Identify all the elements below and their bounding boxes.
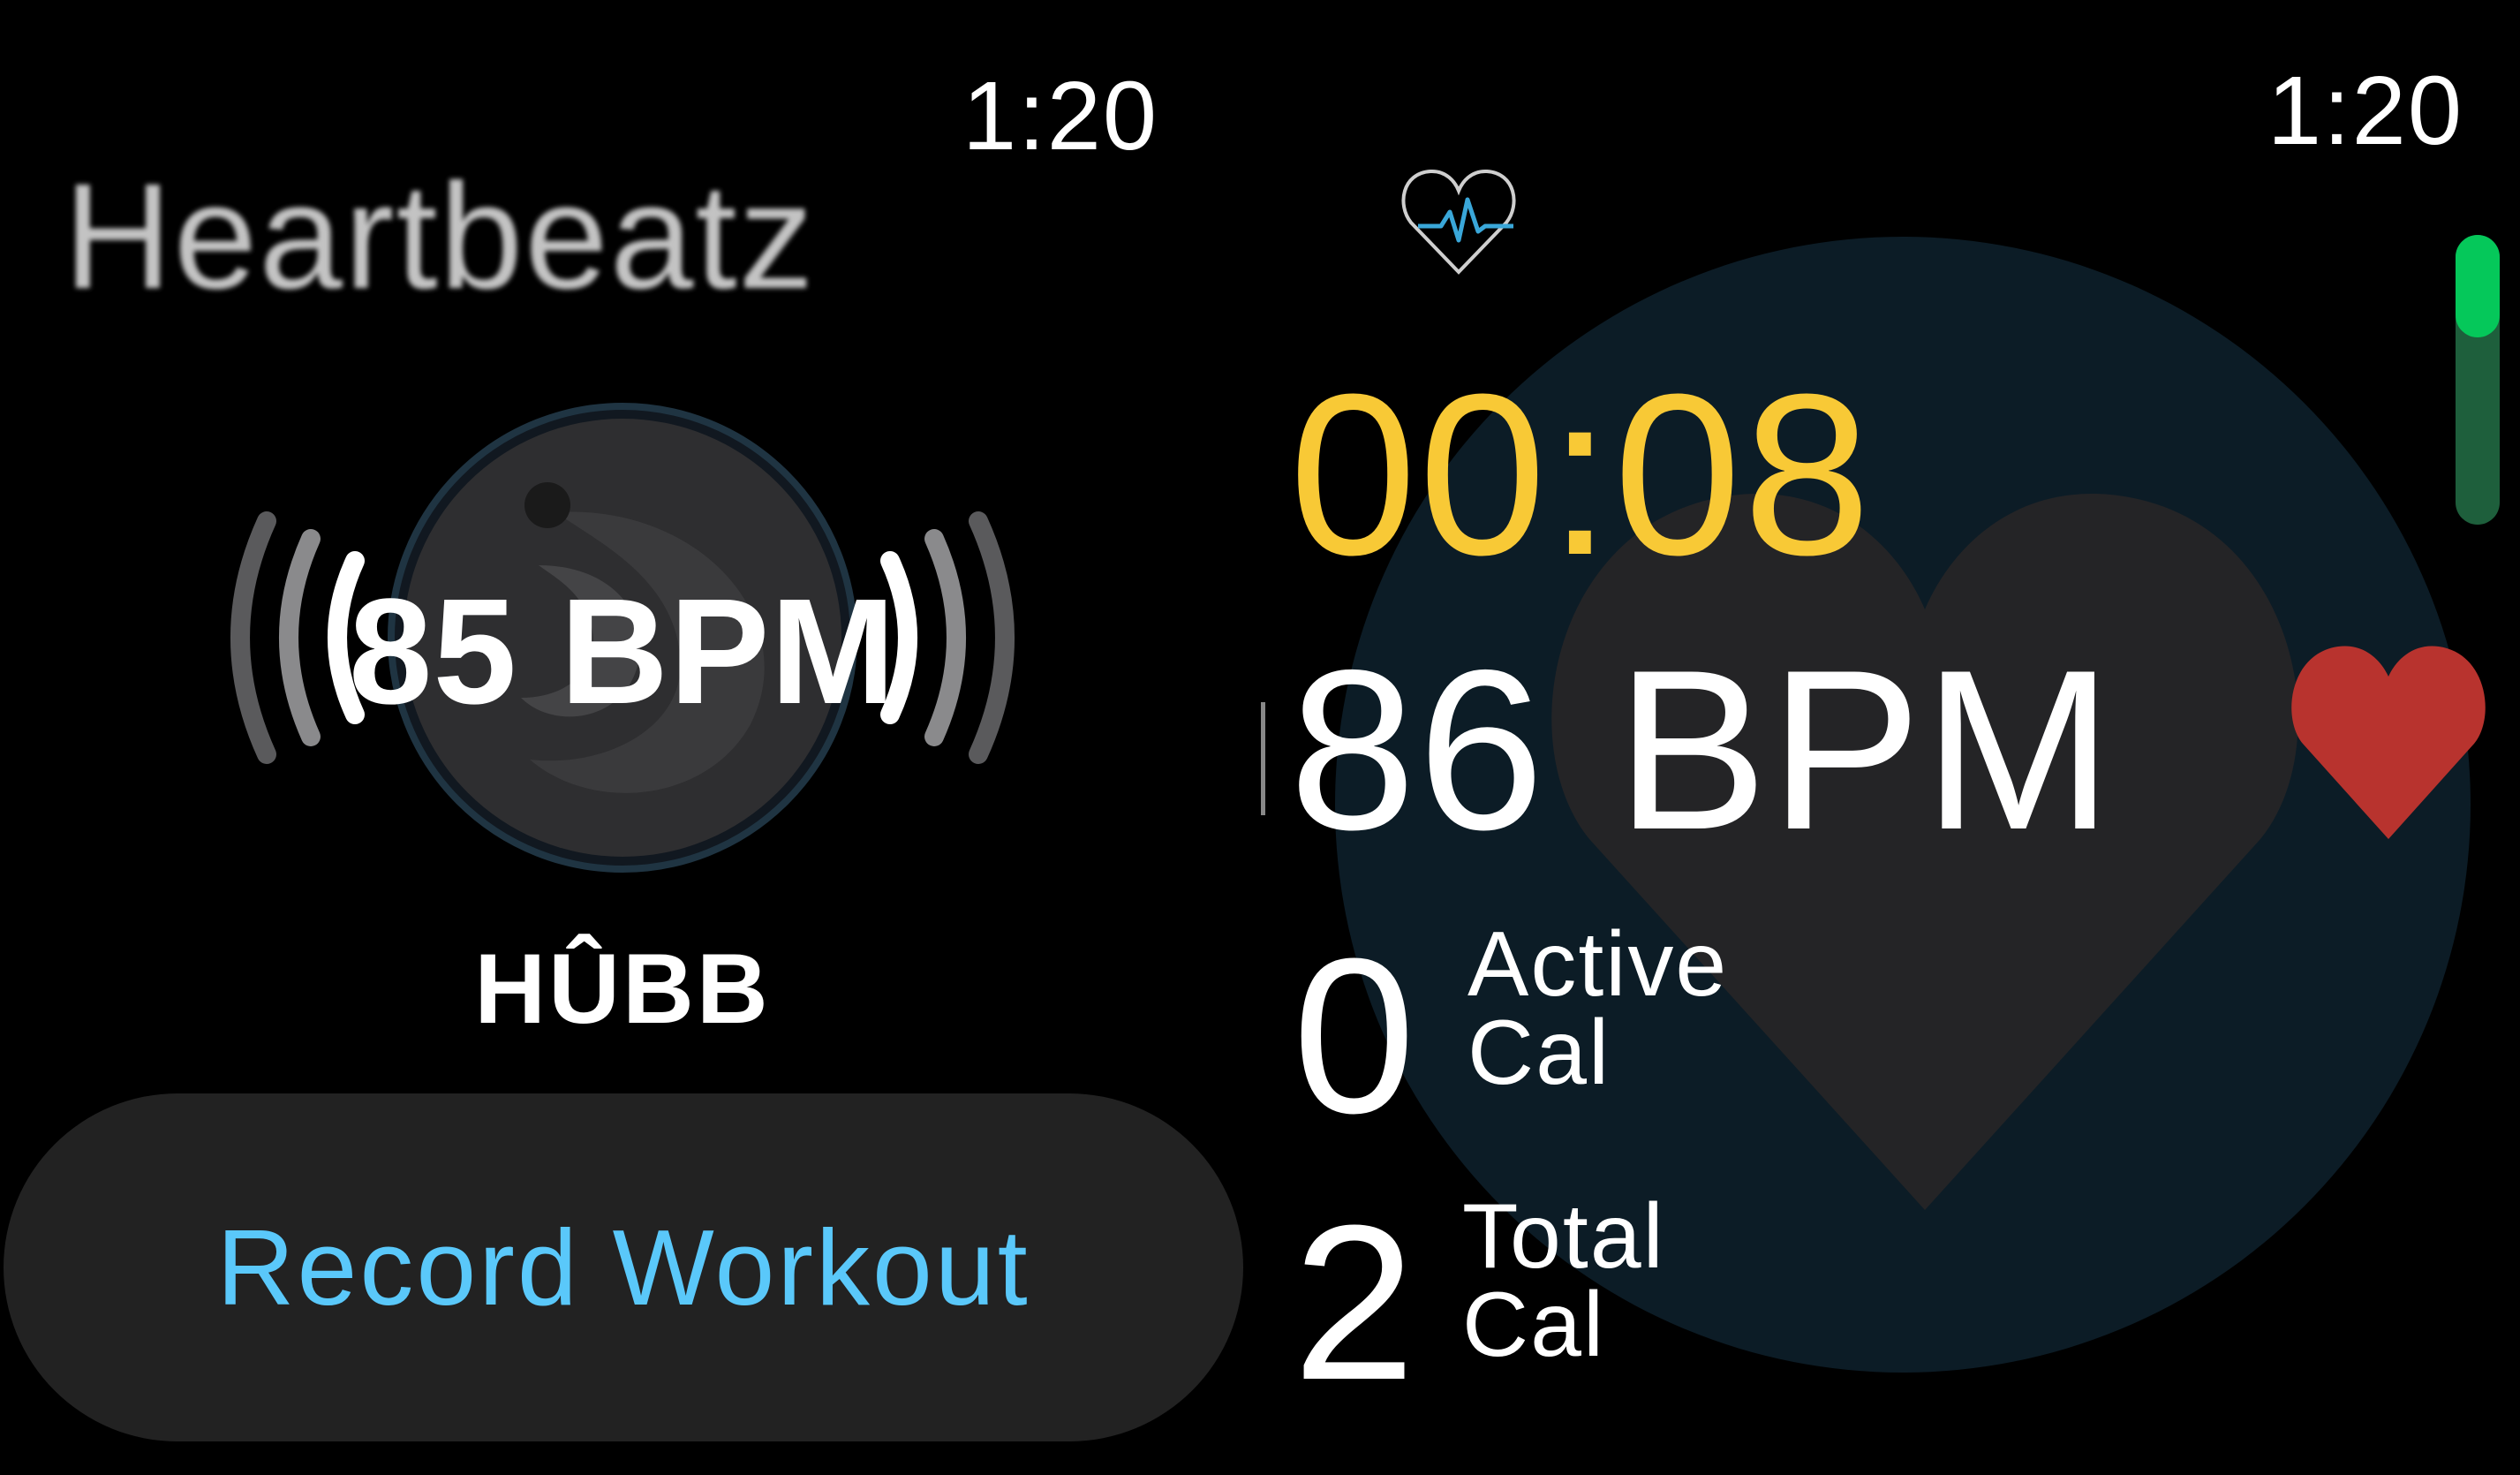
heart-pulse-logo-icon — [1401, 169, 1516, 275]
heartbeatz-home-screen: 1:20 Heartbeatz 85 BPM HÛBB Record Worko… — [0, 0, 1254, 1475]
app-title: Heartbeatz — [64, 153, 816, 321]
active-calories-label: Active Cal — [1467, 913, 1729, 1104]
record-workout-button[interactable]: Record Workout — [4, 1093, 1243, 1441]
status-clock: 1:20 — [962, 62, 1159, 170]
total-calories-label: Total Cal — [1462, 1185, 1665, 1376]
device-name: HÛBB — [474, 934, 771, 1044]
heart-rate-value: 86 — [1289, 622, 1546, 877]
total-calories-value: 2 — [1293, 1179, 1416, 1426]
active-calories-label-line2: Cal — [1467, 1002, 1611, 1104]
heart-rate-broadcast-display: 85 BPM — [132, 389, 1113, 883]
heart-icon — [2291, 646, 2486, 839]
status-clock: 1:20 — [2267, 57, 2463, 165]
total-calories-label-line2: Cal — [1462, 1274, 1606, 1376]
scroll-thumb[interactable] — [2456, 235, 2500, 337]
heart-rate-bpm-label: 85 BPM — [348, 568, 897, 736]
heart-rate-unit: BPM — [1616, 622, 2116, 877]
elapsed-time: 00:08 — [1289, 347, 1873, 603]
total-calories-label-line1: Total — [1462, 1185, 1665, 1288]
row-indicator — [1261, 702, 1265, 815]
active-calories-value: 0 — [1293, 912, 1416, 1159]
workout-session-screen: 1:20 00:08 86 BPM 0 Active Cal 2 Total C… — [1254, 0, 2520, 1475]
active-calories-label-line1: Active — [1467, 913, 1729, 1016]
scroll-indicator[interactable] — [2456, 235, 2500, 525]
